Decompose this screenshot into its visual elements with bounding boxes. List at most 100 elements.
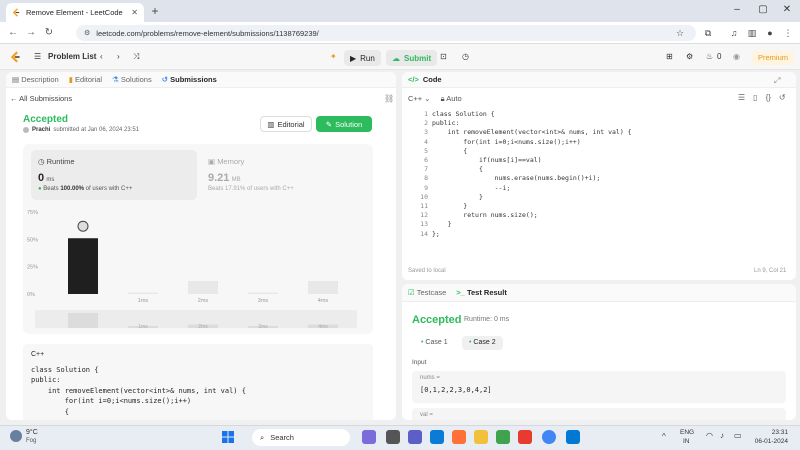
- wifi-icon[interactable]: ◠: [706, 431, 713, 440]
- expand-icon[interactable]: ⤢: [774, 76, 780, 86]
- submit-button[interactable]: ☁ Submit: [386, 50, 438, 66]
- code-preview-line: class Solution {: [31, 365, 99, 374]
- weather-icon[interactable]: [10, 430, 22, 442]
- braces-icon[interactable]: {}: [766, 93, 771, 102]
- menu-kebab-icon[interactable]: ⋮: [782, 27, 794, 39]
- teams-icon[interactable]: [408, 430, 422, 444]
- your-submission-marker: [77, 220, 89, 232]
- new-tab-icon[interactable]: +: [148, 4, 162, 18]
- battery-icon[interactable]: ▭: [734, 431, 742, 440]
- x-tick-label: 4ms: [318, 298, 329, 304]
- cloud-upload-icon: ☁: [392, 53, 400, 63]
- link-icon[interactable]: ⛓: [384, 94, 394, 103]
- tray-chevron-icon[interactable]: ^: [662, 432, 666, 441]
- line-number: 14: [420, 229, 428, 238]
- lang-indicator-2[interactable]: IN: [683, 438, 690, 445]
- chart-bar[interactable]: [68, 238, 98, 294]
- tab-submissions[interactable]: ↺ Submissions: [162, 75, 217, 84]
- next-problem-icon[interactable]: ›: [117, 52, 120, 61]
- chart-bar[interactable]: [308, 280, 338, 294]
- premium-button[interactable]: Premium: [752, 51, 795, 65]
- avatar[interactable]: ◉: [733, 52, 740, 61]
- tab-solutions[interactable]: ⚗ Solutions: [112, 75, 152, 84]
- val-input-box: val =: [412, 408, 786, 420]
- back-icon[interactable]: ←: [6, 26, 20, 40]
- language-select[interactable]: C++ ⌄: [408, 94, 431, 104]
- reset-icon[interactable]: ↺: [779, 93, 786, 102]
- tab-editorial[interactable]: ▮ Editorial: [69, 75, 102, 84]
- layout-icon[interactable]: ⊞: [666, 52, 673, 61]
- app-icon[interactable]: [518, 430, 532, 444]
- tab-description[interactable]: ▤ Description: [12, 75, 59, 84]
- clock-time[interactable]: 23:31: [756, 429, 788, 436]
- url-field[interactable]: ⚙ leetcode.com/problems/remove-element/s…: [76, 25, 696, 41]
- list-icon[interactable]: ☰: [34, 52, 41, 61]
- taskbar-search[interactable]: ⌕ Search: [252, 429, 350, 446]
- slider-mini-bar: [68, 313, 98, 328]
- maximize-icon[interactable]: ▢: [756, 4, 770, 15]
- chart-bar[interactable]: [188, 280, 218, 294]
- code-line: {: [432, 146, 468, 155]
- format-icon[interactable]: ☰: [738, 93, 745, 102]
- timer-icon[interactable]: ◷: [462, 52, 469, 61]
- submitter-name[interactable]: Prachi: [32, 127, 50, 133]
- code-panel-title: Code: [422, 75, 442, 84]
- chart-bar[interactable]: [128, 292, 158, 294]
- code-line: for(int i=0;i<nums.size();i++): [432, 137, 581, 146]
- book-icon: ▮: [68, 75, 73, 84]
- case-2-tab[interactable]: • Case 2: [462, 336, 503, 350]
- debug-icon[interactable]: ✦: [330, 52, 337, 61]
- xbox-icon[interactable]: [496, 430, 510, 444]
- problem-list-link[interactable]: Problem List: [48, 52, 96, 61]
- line-number: 11: [420, 202, 428, 211]
- tab-test-result[interactable]: >_ Test Result: [456, 288, 507, 297]
- prev-problem-icon[interactable]: ‹: [100, 52, 103, 61]
- memory-label[interactable]: ▣ Memory: [208, 157, 244, 166]
- minimize-icon[interactable]: –: [730, 4, 744, 15]
- code-editor[interactable]: class Solution {public: int removeElemen…: [432, 110, 632, 239]
- terminal-icon: >_: [456, 288, 465, 297]
- volume-icon[interactable]: ♪: [720, 431, 724, 440]
- media-icon[interactable]: ♫: [728, 27, 740, 39]
- vscode-icon[interactable]: [566, 430, 580, 444]
- browser-tab[interactable]: Remove Element - LeetCode ✕: [6, 3, 144, 22]
- all-submissions-link[interactable]: ← All Submissions: [10, 94, 72, 103]
- copilot-icon[interactable]: [362, 430, 376, 444]
- tab-testcase[interactable]: ☑ Testcase: [408, 288, 446, 297]
- profile-icon[interactable]: ●: [764, 27, 776, 39]
- lang-indicator-1[interactable]: ENG: [680, 429, 694, 436]
- site-info-icon[interactable]: ⚙: [84, 29, 90, 37]
- test-panel-tabs: ☑ Testcase >_ Test Result: [402, 284, 796, 302]
- firefox-icon[interactable]: [452, 430, 466, 444]
- close-tab-icon[interactable]: ✕: [131, 8, 138, 17]
- leetcode-logo-icon[interactable]: [10, 51, 22, 63]
- code-panel-header: </> Code: [402, 72, 796, 88]
- sidepanel-icon[interactable]: ▥: [746, 27, 758, 39]
- bookmark-star-icon[interactable]: ☆: [674, 27, 686, 39]
- checkbox-icon: ☑: [408, 288, 415, 297]
- bookmark-icon[interactable]: ▯: [753, 93, 757, 102]
- line-number: 3: [424, 128, 428, 137]
- extensions-icon[interactable]: ⧉: [702, 27, 714, 39]
- shuffle-icon[interactable]: ⤨: [133, 52, 139, 62]
- auto-mode[interactable]: 🔒︎ Auto: [441, 94, 462, 104]
- solution-button[interactable]: ✎ Solution: [316, 116, 372, 132]
- close-window-icon[interactable]: ✕: [780, 4, 794, 15]
- case-1-tab[interactable]: • Case 1: [414, 336, 455, 350]
- chart-bar[interactable]: [248, 292, 278, 294]
- test-status: Accepted: [412, 314, 462, 326]
- windows-start-icon[interactable]: [222, 431, 234, 443]
- chrome-icon[interactable]: [542, 430, 556, 444]
- code-line: }: [432, 192, 483, 201]
- forward-icon[interactable]: →: [24, 26, 38, 40]
- reload-icon[interactable]: ↻: [42, 26, 56, 40]
- task-view-icon[interactable]: [386, 430, 400, 444]
- settings-gear-icon[interactable]: ⚙: [686, 52, 693, 61]
- clock-date[interactable]: 06-01-2024: [748, 438, 788, 445]
- run-button[interactable]: ▶ Run: [344, 50, 381, 66]
- notes-icon[interactable]: ⊡: [440, 52, 447, 61]
- editorial-button[interactable]: ▥ Editorial: [260, 116, 312, 132]
- fire-icon[interactable]: ♨: [706, 52, 713, 61]
- file-explorer-icon[interactable]: [474, 430, 488, 444]
- edge-icon[interactable]: [430, 430, 444, 444]
